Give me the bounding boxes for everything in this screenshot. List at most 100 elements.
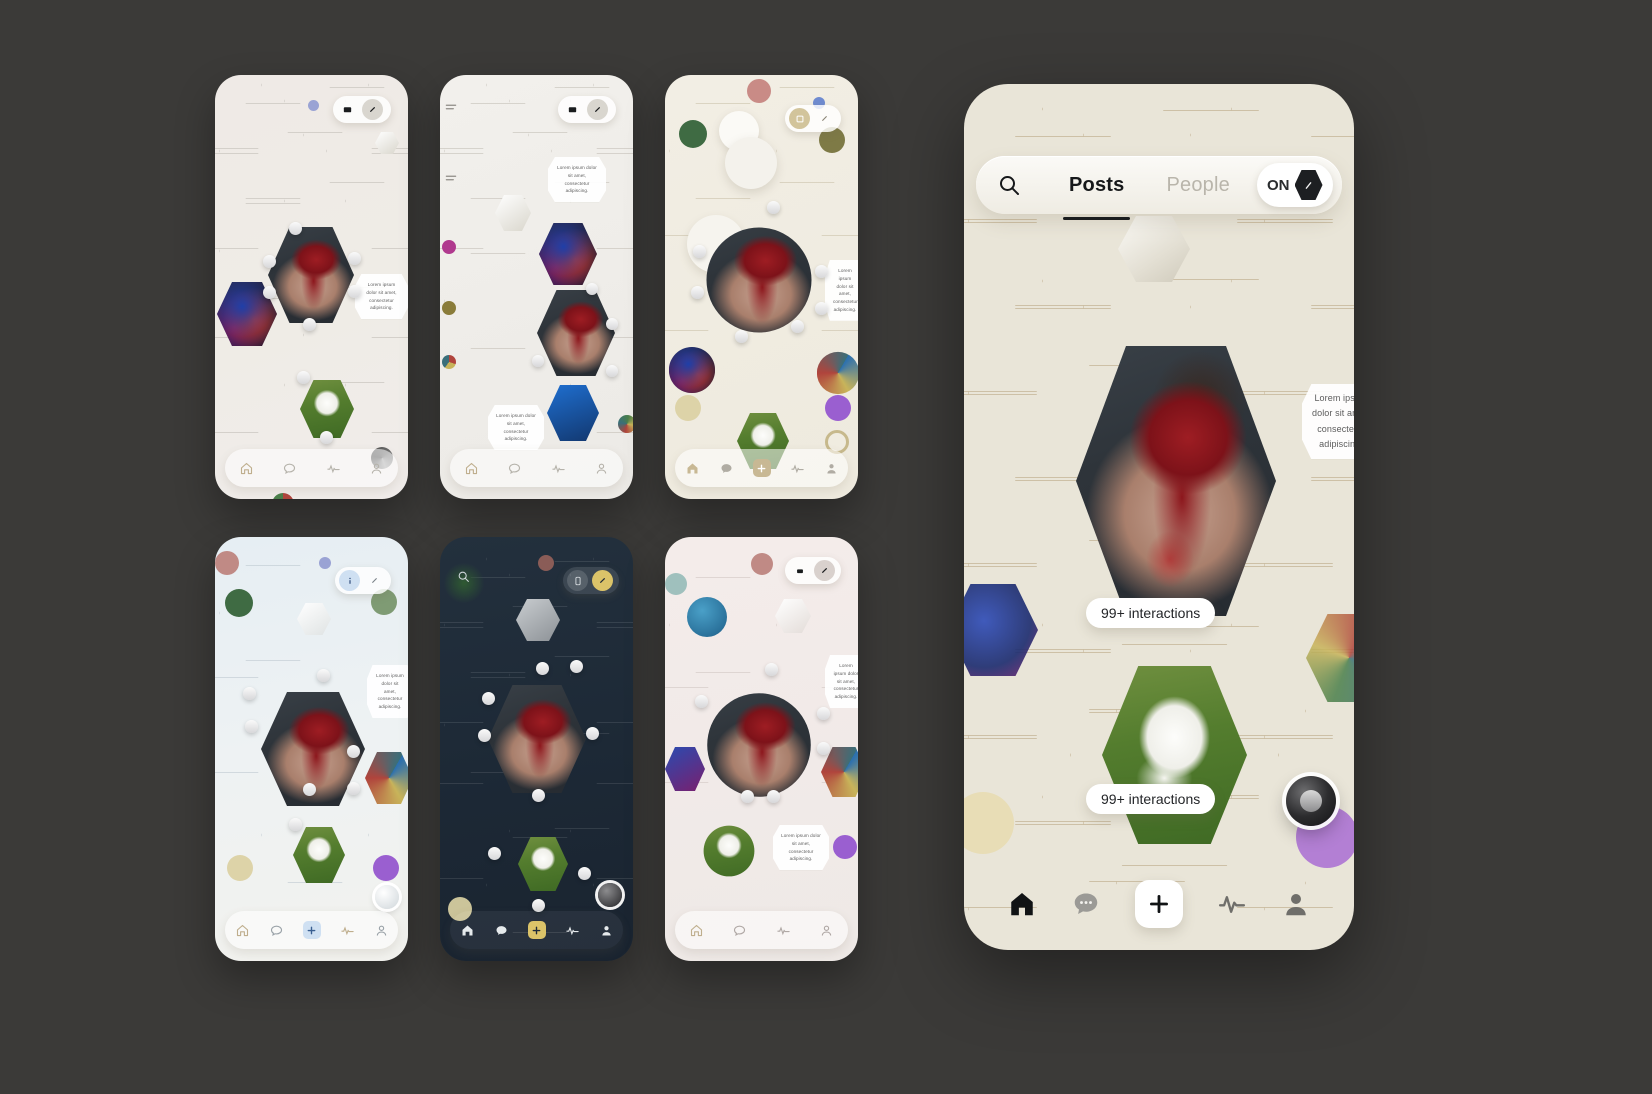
avatar-marker[interactable] (289, 818, 302, 831)
compass-icon[interactable] (814, 560, 835, 581)
nav-messages-button[interactable] (1071, 889, 1101, 919)
avatar-marker[interactable] (695, 695, 708, 708)
card-view-icon[interactable] (337, 99, 358, 120)
avatar-marker[interactable] (606, 365, 618, 377)
avatar-marker[interactable] (735, 330, 748, 343)
tab-posts[interactable]: Posts (1062, 170, 1132, 220)
compass-icon[interactable] (364, 570, 385, 591)
compass-icon[interactable] (814, 108, 835, 129)
avatar-marker[interactable] (578, 867, 591, 880)
thumbnail-screen-5-dark[interactable] (440, 537, 633, 961)
orb-floating-button[interactable] (375, 885, 399, 909)
avatar-marker[interactable] (741, 790, 754, 803)
avatar-marker[interactable] (586, 283, 598, 295)
nav-messages-button[interactable] (507, 461, 522, 476)
nav-profile-button[interactable] (599, 923, 614, 938)
avatar-marker[interactable] (478, 729, 491, 742)
nav-create-button[interactable] (527, 921, 546, 939)
view-mode-toggle[interactable] (335, 567, 391, 594)
avatar-marker[interactable] (245, 720, 258, 733)
search-icon[interactable] (457, 570, 470, 583)
avatar-marker[interactable] (320, 431, 333, 444)
view-mode-toggle[interactable] (785, 557, 841, 584)
avatar-marker[interactable] (586, 727, 599, 740)
nav-messages-button[interactable] (494, 923, 509, 938)
nav-home-button[interactable] (239, 461, 254, 476)
nav-activity-button[interactable] (1217, 889, 1247, 919)
avatar-marker[interactable] (263, 255, 276, 268)
compass-icon[interactable] (587, 99, 608, 120)
menu-icon[interactable] (444, 171, 458, 185)
avatar-marker[interactable] (817, 742, 830, 755)
card-view-icon[interactable] (789, 108, 810, 129)
nav-home-button[interactable] (235, 923, 250, 938)
nav-create-button[interactable] (1135, 880, 1183, 928)
nav-activity-button[interactable] (790, 461, 805, 476)
nav-home-button[interactable] (1007, 889, 1037, 919)
avatar-marker[interactable] (693, 245, 706, 258)
nav-activity-button[interactable] (776, 923, 791, 938)
nav-activity-button[interactable] (551, 461, 566, 476)
thumbnail-screen-3[interactable]: Lorem ipsum dolor sit amet, consectetur … (665, 75, 858, 499)
menu-icon[interactable] (444, 100, 458, 114)
compass-icon[interactable] (592, 570, 613, 591)
view-mode-toggle[interactable] (563, 567, 619, 594)
nav-create-button[interactable] (752, 459, 771, 477)
avatar-marker[interactable] (532, 355, 544, 367)
avatar-marker[interactable] (606, 318, 618, 330)
dog-post-card[interactable] (1070, 644, 1279, 866)
hero-post-image[interactable] (1076, 346, 1276, 616)
nav-profile-button[interactable] (369, 461, 384, 476)
thumbnail-screen-2[interactable]: Lorem ipsum dolor sit amet, consectetur … (440, 75, 633, 499)
nav-messages-button[interactable] (269, 923, 284, 938)
avatar-marker[interactable] (303, 783, 316, 796)
avatar-marker[interactable] (791, 320, 804, 333)
nav-profile-button[interactable] (824, 461, 839, 476)
thumbnail-screen-4[interactable]: Lorem ipsum dolor sit amet, consectetur … (215, 537, 408, 961)
avatar-marker[interactable] (348, 285, 361, 298)
view-mode-toggle[interactable] (785, 105, 841, 132)
nav-profile-button[interactable] (819, 923, 834, 938)
avatar-marker[interactable] (536, 662, 549, 675)
avatar-marker[interactable] (767, 790, 780, 803)
avatar-marker[interactable] (297, 371, 310, 384)
thumbnail-screen-6[interactable]: Lorem ipsum dolor sit amet, consectetur … (665, 537, 858, 961)
on-toggle[interactable]: ON (1257, 163, 1333, 207)
nav-home-button[interactable] (685, 461, 700, 476)
view-mode-toggle[interactable] (333, 96, 391, 123)
avatar-marker[interactable] (243, 687, 256, 700)
avatar-marker[interactable] (303, 318, 316, 331)
orb-floating-button[interactable] (1286, 776, 1336, 826)
nav-profile-button[interactable] (594, 461, 609, 476)
avatar-marker[interactable] (482, 692, 495, 705)
avatar-marker[interactable] (347, 745, 360, 758)
view-mode-toggle[interactable] (558, 96, 616, 123)
nav-activity-button[interactable] (340, 923, 355, 938)
avatar-marker[interactable] (348, 252, 361, 265)
avatar-marker[interactable] (815, 265, 828, 278)
tab-people[interactable]: People (1166, 170, 1229, 201)
search-bar[interactable]: Posts People ON (976, 156, 1342, 220)
nav-home-button[interactable] (464, 461, 479, 476)
nav-home-button[interactable] (460, 923, 475, 938)
nav-create-button[interactable] (302, 921, 321, 939)
nav-profile-button[interactable] (374, 923, 389, 938)
avatar-marker[interactable] (817, 707, 830, 720)
phone-icon[interactable] (567, 570, 588, 591)
hexagon-knob-icon[interactable] (1294, 170, 1323, 200)
avatar-marker[interactable] (767, 201, 780, 214)
nav-profile-button[interactable] (1281, 889, 1311, 919)
nav-messages-button[interactable] (719, 461, 734, 476)
thumbnail-screen-1[interactable]: Lorem ipsum dolor sit amet, consectetur … (215, 75, 408, 499)
hero-post-card[interactable] (1076, 346, 1276, 616)
orb-floating-button[interactable] (598, 883, 622, 907)
avatar-marker[interactable] (289, 222, 302, 235)
card-view-icon[interactable] (562, 99, 583, 120)
avatar-marker[interactable] (570, 660, 583, 673)
nav-activity-button[interactable] (565, 923, 580, 938)
search-icon[interactable] (976, 156, 1042, 214)
nav-home-button[interactable] (689, 923, 704, 938)
nav-messages-button[interactable] (282, 461, 297, 476)
avatar-marker[interactable] (815, 302, 828, 315)
avatar-marker[interactable] (488, 847, 501, 860)
